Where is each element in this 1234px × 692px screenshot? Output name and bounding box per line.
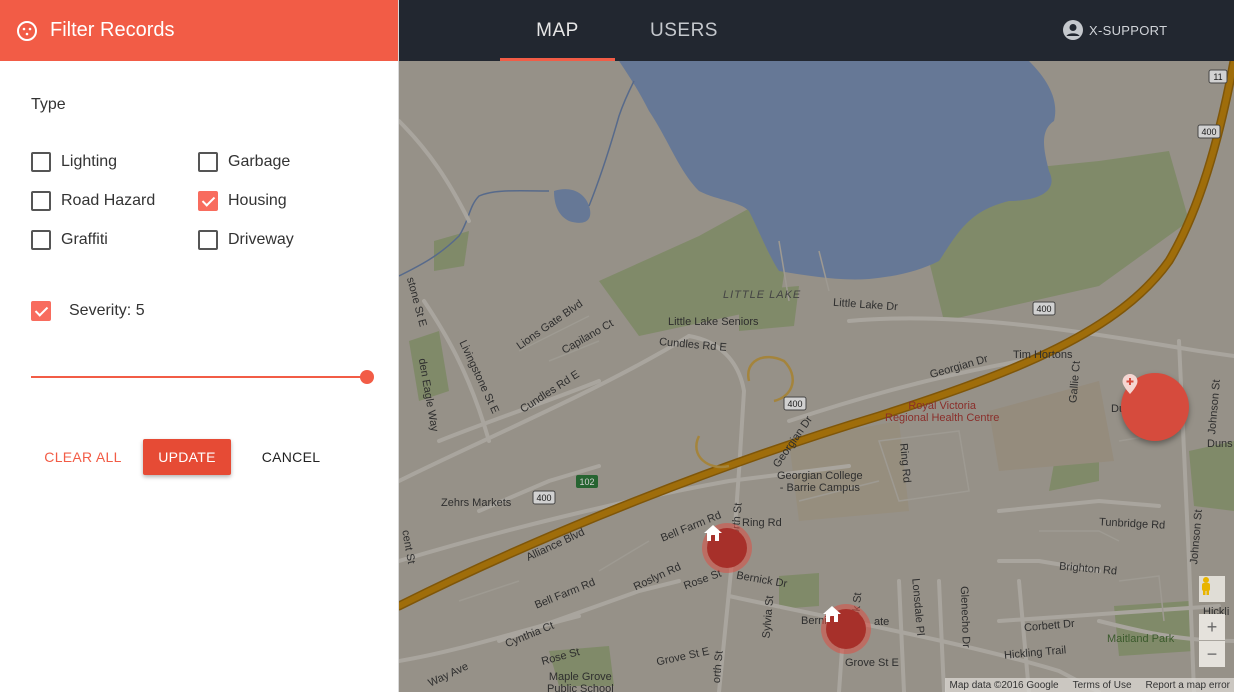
checkbox-label: Lighting — [61, 153, 118, 170]
checkbox-label: Housing — [228, 192, 287, 209]
map-label: Maitland Park — [1107, 633, 1175, 645]
home-icon — [704, 525, 722, 541]
checkbox-box[interactable] — [198, 152, 218, 172]
map-label: Ring Rd — [742, 517, 782, 529]
checkbox-label: Road Hazard — [61, 192, 156, 209]
update-button[interactable]: UPDATE — [143, 439, 231, 475]
checkbox-housing[interactable]: Housing — [198, 191, 287, 211]
street-view-pegman[interactable] — [1199, 576, 1225, 602]
type-label: Type — [31, 96, 66, 113]
tab-map[interactable]: MAP — [500, 0, 615, 61]
checkbox-box[interactable] — [198, 191, 218, 211]
cancel-button[interactable]: CANCEL — [250, 439, 332, 475]
top-nav-bar: MAP USERS X-SUPPORT — [399, 0, 1234, 61]
report-error-link[interactable]: Report a map error — [1146, 680, 1230, 691]
map-label: Glenecho Dr — [957, 585, 972, 649]
filter-sidebar: Filter Records Type Lighting Garbage Roa… — [0, 0, 399, 692]
map-label: Georgian College - Barrie Campus — [777, 470, 863, 494]
map-label: Duns — [1207, 438, 1233, 450]
checkbox-label: Garbage — [228, 153, 291, 170]
checkbox-label: Driveway — [228, 231, 294, 248]
checkbox-box[interactable] — [198, 230, 218, 250]
checkbox-lighting[interactable]: Lighting — [31, 152, 117, 172]
filter-icon — [16, 20, 38, 42]
sidebar-title: Filter Records — [50, 19, 175, 41]
checkbox-box[interactable] — [31, 301, 51, 321]
checkbox-garbage[interactable]: Garbage — [198, 152, 290, 172]
username: X-SUPPORT — [1089, 22, 1168, 38]
checkbox-box[interactable] — [31, 191, 51, 211]
sidebar-header: Filter Records — [0, 0, 398, 61]
checkbox-severity[interactable]: Severity: 5 — [31, 301, 145, 321]
map-canvas: 11 400 400 400 400 102 — [399, 61, 1234, 692]
add-record-button[interactable] — [1121, 373, 1189, 441]
housing-marker[interactable] — [821, 604, 871, 654]
home-icon — [823, 606, 841, 622]
tab-users[interactable]: USERS — [629, 0, 739, 61]
map-label: Tim Hortons — [1013, 349, 1073, 361]
pegman-icon — [1202, 577, 1210, 595]
map-view[interactable]: 11 400 400 400 400 102 LITTLE LAKE Littl… — [399, 61, 1234, 692]
account-circle-icon — [1062, 19, 1084, 41]
map-label: Little Lake Seniors — [668, 316, 759, 328]
checkbox-driveway[interactable]: Driveway — [198, 230, 294, 250]
map-label: Royal Victoria Regional Health Centre — [885, 400, 1000, 424]
checkbox-box[interactable] — [31, 230, 51, 250]
checkbox-graffiti[interactable]: Graffiti — [31, 230, 108, 250]
checkbox-box[interactable] — [31, 152, 51, 172]
zoom-out-button[interactable]: − — [1199, 641, 1225, 667]
tab-label: USERS — [650, 19, 718, 41]
tab-label: MAP — [536, 19, 579, 41]
severity-slider[interactable] — [31, 370, 374, 384]
clear-all-button[interactable]: CLEAR ALL — [35, 439, 131, 475]
add-location-icon — [1122, 374, 1138, 394]
slider-thumb[interactable] — [360, 370, 374, 384]
severity-label: Severity: 5 — [69, 302, 145, 319]
map-label: ate — [874, 616, 890, 628]
zoom-in-button[interactable]: + — [1199, 614, 1225, 640]
checkbox-label: Graffiti — [61, 231, 108, 248]
housing-marker[interactable] — [702, 523, 752, 573]
map-label: Zehrs Markets — [441, 497, 512, 509]
map-attribution: Map data ©2016 Google Terms of Use Repor… — [945, 678, 1234, 692]
map-label: Maple Grove Public School — [547, 671, 614, 692]
map-label: Grove St E — [845, 657, 899, 669]
checkbox-road-hazard[interactable]: Road Hazard — [31, 191, 155, 211]
map-label: LITTLE LAKE — [723, 289, 802, 301]
user-menu[interactable]: X-SUPPORT — [1062, 19, 1167, 41]
terms-link[interactable]: Terms of Use — [1073, 680, 1132, 691]
map-data-credit: Map data ©2016 Google — [949, 679, 1059, 691]
